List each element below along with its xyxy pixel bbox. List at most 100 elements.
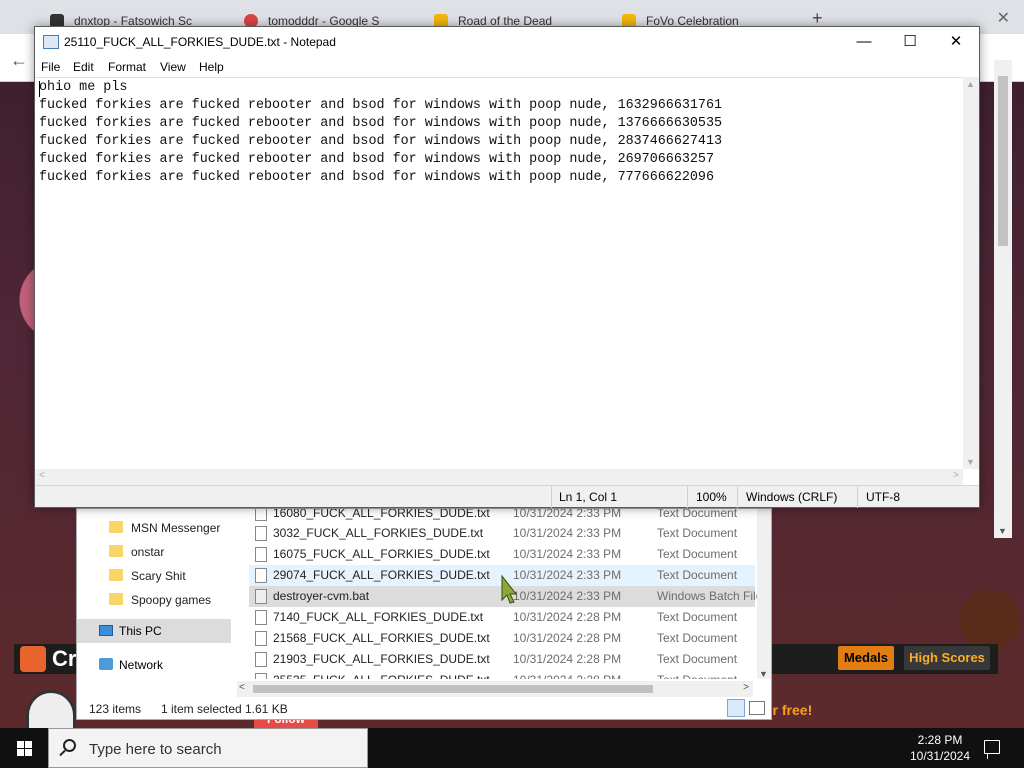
menu-view[interactable]: View xyxy=(160,60,186,74)
site-title: Cr xyxy=(52,646,77,671)
file-row[interactable]: 7140_FUCK_ALL_FORKIES_DUDE.txt 10/31/2024… xyxy=(249,607,755,628)
nav-this-pc-label: This PC xyxy=(119,624,162,638)
computer-icon xyxy=(99,625,113,636)
folder-icon xyxy=(109,569,123,581)
scroll-right-icon[interactable]: > xyxy=(953,470,959,481)
editor-vscrollbar[interactable]: ▲ ▼ xyxy=(963,77,979,469)
file-name: 25535_FUCK_ALL_FORKIES_DUDE.txt xyxy=(273,670,490,679)
nav-this-pc[interactable]: This PC xyxy=(77,619,231,643)
scrollbar-thumb[interactable] xyxy=(998,76,1008,246)
explorer-status-bar: 123 items 1 item selected 1.61 KB xyxy=(77,699,771,719)
text-file-icon xyxy=(255,652,267,667)
back-arrow-icon[interactable]: ← xyxy=(10,50,28,71)
file-row[interactable]: 3032_FUCK_ALL_FORKIES_DUDE.txt 10/31/2024… xyxy=(249,523,755,544)
text-file-icon xyxy=(255,610,267,625)
menu-format[interactable]: Format xyxy=(108,60,146,74)
scroll-up-icon[interactable]: ▲ xyxy=(966,79,975,89)
navigation-pane: MSN Messenger onstar Scary Shit Spoopy g… xyxy=(77,509,243,685)
file-date: 10/31/2024 2:28 PM xyxy=(513,631,622,645)
file-row[interactable]: 21903_FUCK_ALL_FORKIES_DUDE.txt 10/31/202… xyxy=(249,649,755,670)
nav-folder[interactable]: onstar xyxy=(109,541,164,563)
nav-folder[interactable]: Spoopy games xyxy=(109,589,211,611)
folder-icon xyxy=(109,521,123,533)
site-logo-icon xyxy=(20,646,46,672)
scroll-down-icon[interactable]: ▼ xyxy=(966,457,975,467)
file-list-hscrollbar[interactable]: < > xyxy=(237,681,753,697)
file-name: 7140_FUCK_ALL_FORKIES_DUDE.txt xyxy=(273,610,484,624)
notepad-titlebar[interactable]: 25110_FUCK_ALL_FORKIES_DUDE.txt - Notepa… xyxy=(35,27,979,57)
file-name: 16075_FUCK_ALL_FORKIES_DUDE.txt xyxy=(273,547,490,561)
nav-folder[interactable]: MSN Messenger xyxy=(109,517,220,539)
status-divider xyxy=(687,486,688,508)
maximize-icon[interactable]: ☐ xyxy=(887,27,933,57)
text-line: ohio me pls xyxy=(39,80,128,95)
nav-folder-label: onstar xyxy=(131,545,165,559)
file-row[interactable]: 25535_FUCK_ALL_FORKIES_DUDE.txt 10/31/202… xyxy=(249,670,755,679)
file-row[interactable]: 21568_FUCK_ALL_FORKIES_DUDE.txt 10/31/202… xyxy=(249,628,755,649)
file-name: destroyer-cvm.bat xyxy=(273,589,370,603)
status-divider xyxy=(737,486,738,508)
notepad-status-bar: Ln 1, Col 1 100% Windows (CRLF) UTF-8 xyxy=(35,485,979,508)
file-row[interactable]: 16075_FUCK_ALL_FORKIES_DUDE.txt 10/31/202… xyxy=(249,544,755,565)
text-editor[interactable]: ohio me pls fucked forkies are fucked re… xyxy=(35,77,963,469)
file-name: 21568_FUCK_ALL_FORKIES_DUDE.txt xyxy=(273,631,490,645)
file-name: 16080_FUCK_ALL_FORKIES_DUDE.txt xyxy=(273,509,490,520)
zoom-level: 100% xyxy=(696,490,727,504)
file-name: 29074_FUCK_ALL_FORKIES_DUDE.txt xyxy=(273,568,490,582)
scrollbar-thumb[interactable] xyxy=(253,685,653,693)
file-name: 21903_FUCK_ALL_FORKIES_DUDE.txt xyxy=(273,652,490,666)
menu-edit[interactable]: Edit xyxy=(73,60,94,74)
folder-icon xyxy=(109,593,123,605)
file-date: 10/31/2024 2:33 PM xyxy=(513,568,622,582)
scroll-left-icon[interactable]: < xyxy=(239,682,245,693)
file-type: Text Document xyxy=(657,670,737,679)
folder-icon xyxy=(109,545,123,557)
close-icon[interactable]: ✕ xyxy=(933,27,979,57)
notification-icon[interactable] xyxy=(984,740,1000,754)
notepad-window: 25110_FUCK_ALL_FORKIES_DUDE.txt - Notepa… xyxy=(34,26,980,508)
file-type: Text Document xyxy=(657,509,738,520)
scroll-down-icon[interactable]: ▼ xyxy=(759,669,768,679)
file-type: Text Document xyxy=(657,631,738,645)
status-divider xyxy=(857,486,858,508)
menu-bar: File Edit Format View Help xyxy=(35,57,979,77)
clock-time: 2:28 PM xyxy=(917,733,963,747)
file-date: 10/31/2024 2:28 PM xyxy=(513,652,622,666)
file-date: 10/31/2024 2:33 PM xyxy=(513,526,622,540)
menu-help[interactable]: Help xyxy=(199,60,224,74)
minimize-icon[interactable]: — xyxy=(841,27,887,57)
cursor-position: Ln 1, Col 1 xyxy=(559,490,618,504)
editor-hscrollbar[interactable]: < > xyxy=(35,469,963,485)
clock-date: 10/31/2024 xyxy=(909,749,971,763)
nav-folder-label: Scary Shit xyxy=(131,569,186,583)
large-icons-view-icon[interactable] xyxy=(749,701,765,715)
scroll-left-icon[interactable]: < xyxy=(39,470,45,481)
nav-folder-label: MSN Messenger xyxy=(131,521,221,535)
browser-close-icon[interactable]: ✕ xyxy=(997,8,1010,28)
file-list-scrollbar[interactable]: ▼ xyxy=(757,509,771,679)
nav-network-label: Network xyxy=(119,658,164,672)
text-caret xyxy=(39,81,40,97)
medals-button[interactable]: Medals xyxy=(838,646,894,670)
nav-folder[interactable]: Scary Shit xyxy=(109,565,186,587)
text-file-icon xyxy=(255,673,267,679)
file-type: Text Document xyxy=(657,526,738,540)
selection-size: 1.61 KB xyxy=(245,702,288,716)
high-scores-button[interactable]: High Scores xyxy=(904,646,990,670)
nav-network[interactable]: Network xyxy=(99,655,163,675)
file-explorer-window: MSN Messenger onstar Scary Shit Spoopy g… xyxy=(76,508,772,720)
file-row[interactable]: 16080_FUCK_ALL_FORKIES_DUDE.txt 10/31/202… xyxy=(249,509,755,524)
scroll-right-icon[interactable]: > xyxy=(743,682,749,693)
window-title: 25110_FUCK_ALL_FORKIES_DUDE.txt - Notepa… xyxy=(64,35,336,49)
file-date: 10/31/2024 2:28 PM xyxy=(513,610,622,624)
menu-file[interactable]: File xyxy=(41,60,60,74)
item-count: 123 items xyxy=(89,702,142,716)
file-date: 10/31/2024 2:33 PM xyxy=(513,547,622,561)
taskbar-search-box[interactable]: Type here to search xyxy=(48,728,368,768)
scroll-down-icon[interactable]: ▼ xyxy=(998,526,1007,536)
system-clock[interactable]: 2:28 PM 10/31/2024 xyxy=(900,732,980,764)
windows-start-icon[interactable] xyxy=(0,728,48,768)
details-view-icon[interactable] xyxy=(727,699,745,717)
file-type: Windows Batch File xyxy=(657,589,757,603)
browser-scrollbar[interactable]: ▼ xyxy=(994,60,1012,538)
